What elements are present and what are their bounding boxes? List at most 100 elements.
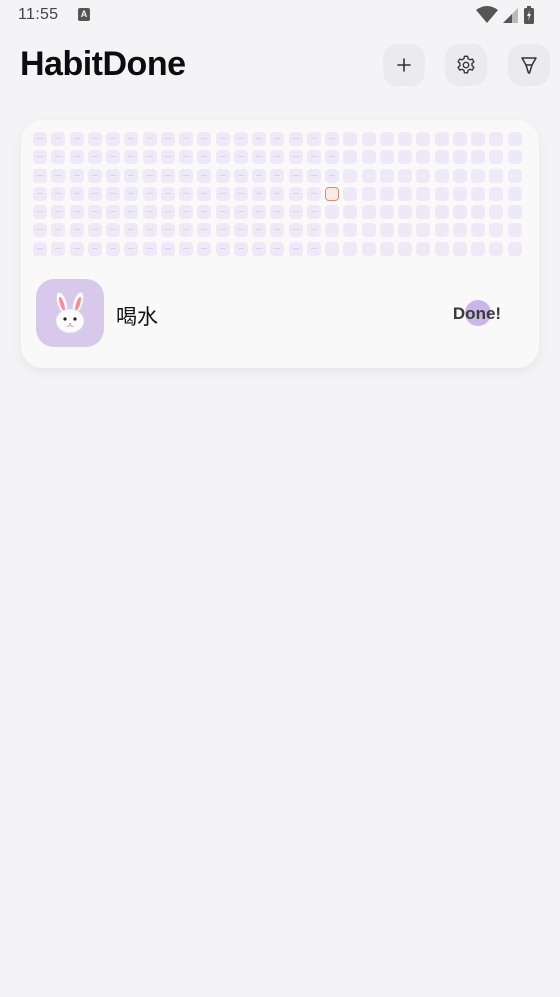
heatmap-cell-past <box>252 205 266 219</box>
heatmap-cell-past <box>33 132 47 146</box>
heatmap-cell-future <box>434 168 449 183</box>
app-title: HabitDone <box>20 45 186 83</box>
heatmap-cell-future <box>343 132 358 146</box>
heatmap-cell-future <box>361 132 376 146</box>
heatmap-cell-past <box>69 132 84 146</box>
heatmap-cell-past <box>160 223 175 238</box>
heatmap-cell-past <box>142 223 157 238</box>
heatmap-cell-past <box>306 223 321 238</box>
status-bar: 11:55 A <box>0 0 560 30</box>
heatmap-cell-past <box>215 205 230 219</box>
heatmap-cell-past <box>233 186 248 201</box>
heatmap-cell-past <box>197 205 212 219</box>
heatmap-cell-future <box>361 150 376 165</box>
heatmap-cell-past <box>179 186 193 201</box>
heatmap-cell-past <box>142 186 157 201</box>
heatmap-cell-past <box>306 168 321 183</box>
wifi-icon <box>476 6 498 23</box>
heatmap-cell-past <box>215 150 230 165</box>
rabbit-icon <box>55 292 85 334</box>
heatmap-cell-past <box>160 168 175 183</box>
heatmap-cell-past <box>87 132 102 146</box>
heatmap-cell-past <box>215 223 230 238</box>
heatmap-cell-past <box>124 223 139 238</box>
heatmap-cell-future <box>416 132 431 146</box>
heatmap-cell-future <box>434 150 449 165</box>
heatmap-cell-past <box>160 241 175 256</box>
heatmap-cell-past <box>33 168 47 183</box>
heatmap-cell-future <box>452 186 467 201</box>
heatmap-cell-past <box>160 150 175 165</box>
heatmap-cell-future <box>325 223 339 238</box>
heatmap-cell-past <box>233 168 248 183</box>
heatmap-cell-future <box>379 150 394 165</box>
heatmap-cell-past <box>51 150 66 165</box>
heatmap-cell-future <box>416 150 431 165</box>
add-button[interactable] <box>383 44 425 86</box>
filter-icon <box>521 57 537 74</box>
heatmap-cell-past <box>142 241 157 256</box>
heatmap-cell-past <box>252 223 266 238</box>
heatmap-cell-past <box>215 132 230 146</box>
heatmap-cell-future <box>489 132 504 146</box>
heatmap-cell-future <box>398 186 412 201</box>
heatmap-cell-past <box>252 241 266 256</box>
heatmap-cell-past <box>325 150 339 165</box>
heatmap-cell-past <box>270 241 285 256</box>
heatmap-cell-past <box>124 132 139 146</box>
heatmap-cell-future <box>379 205 394 219</box>
heatmap-cell-past <box>197 150 212 165</box>
heatmap-cell-future <box>507 205 522 219</box>
heatmap-cell-future <box>343 223 358 238</box>
heatmap-cell-past <box>106 186 120 201</box>
heatmap-cell-past <box>288 205 303 219</box>
heatmap-cell-future <box>507 132 522 146</box>
heatmap-cell-future <box>471 168 485 183</box>
heatmap-cell-future <box>379 132 394 146</box>
heatmap-cell-past <box>124 241 139 256</box>
filter-button[interactable] <box>508 44 550 86</box>
heatmap-cell-past <box>197 241 212 256</box>
heatmap-cell-past <box>270 150 285 165</box>
heatmap-cell-future <box>452 205 467 219</box>
heatmap-cell-past <box>51 223 66 238</box>
heatmap-cell-past <box>197 186 212 201</box>
heatmap-cell-past <box>252 186 266 201</box>
heatmap-cell-past <box>51 241 66 256</box>
heatmap-cell-past <box>306 186 321 201</box>
gear-icon <box>457 55 475 74</box>
heatmap-cell-future <box>361 205 376 219</box>
heatmap-cell-past <box>270 132 285 146</box>
heatmap-cell-past <box>215 241 230 256</box>
heatmap-cell-past <box>124 186 139 201</box>
heatmap-cell-future <box>434 186 449 201</box>
heatmap-cell-future <box>507 186 522 201</box>
heatmap-cell-past <box>306 132 321 146</box>
heatmap-cell-past <box>179 150 193 165</box>
done-button[interactable]: Done! <box>449 298 505 328</box>
heatmap-cell-past <box>160 132 175 146</box>
heatmap-cell-past <box>106 168 120 183</box>
heatmap-cell-past <box>33 186 47 201</box>
heatmap-cell-past <box>69 186 84 201</box>
heatmap-cell-future <box>434 205 449 219</box>
habit-card[interactable]: 喝水 Done! <box>21 120 539 368</box>
heatmap-cell-past <box>270 223 285 238</box>
heatmap-cell-past <box>124 150 139 165</box>
heatmap-cell-past <box>87 241 102 256</box>
heatmap-cell-future <box>489 186 504 201</box>
heatmap-cell-future <box>398 150 412 165</box>
heatmap-cell-past <box>288 132 303 146</box>
heatmap-cell-past <box>197 223 212 238</box>
heatmap-cell-past <box>33 241 47 256</box>
settings-button[interactable] <box>445 44 487 86</box>
heatmap-cell-future <box>489 205 504 219</box>
heatmap-cell-past <box>325 132 339 146</box>
heatmap-cell-future <box>452 132 467 146</box>
heatmap-cell-future <box>489 241 504 256</box>
heatmap-cell-past <box>197 132 212 146</box>
heatmap-cell-future <box>398 205 412 219</box>
heatmap-cell-future <box>343 241 358 256</box>
heatmap-cell-future <box>434 223 449 238</box>
heatmap-cell-past <box>288 186 303 201</box>
